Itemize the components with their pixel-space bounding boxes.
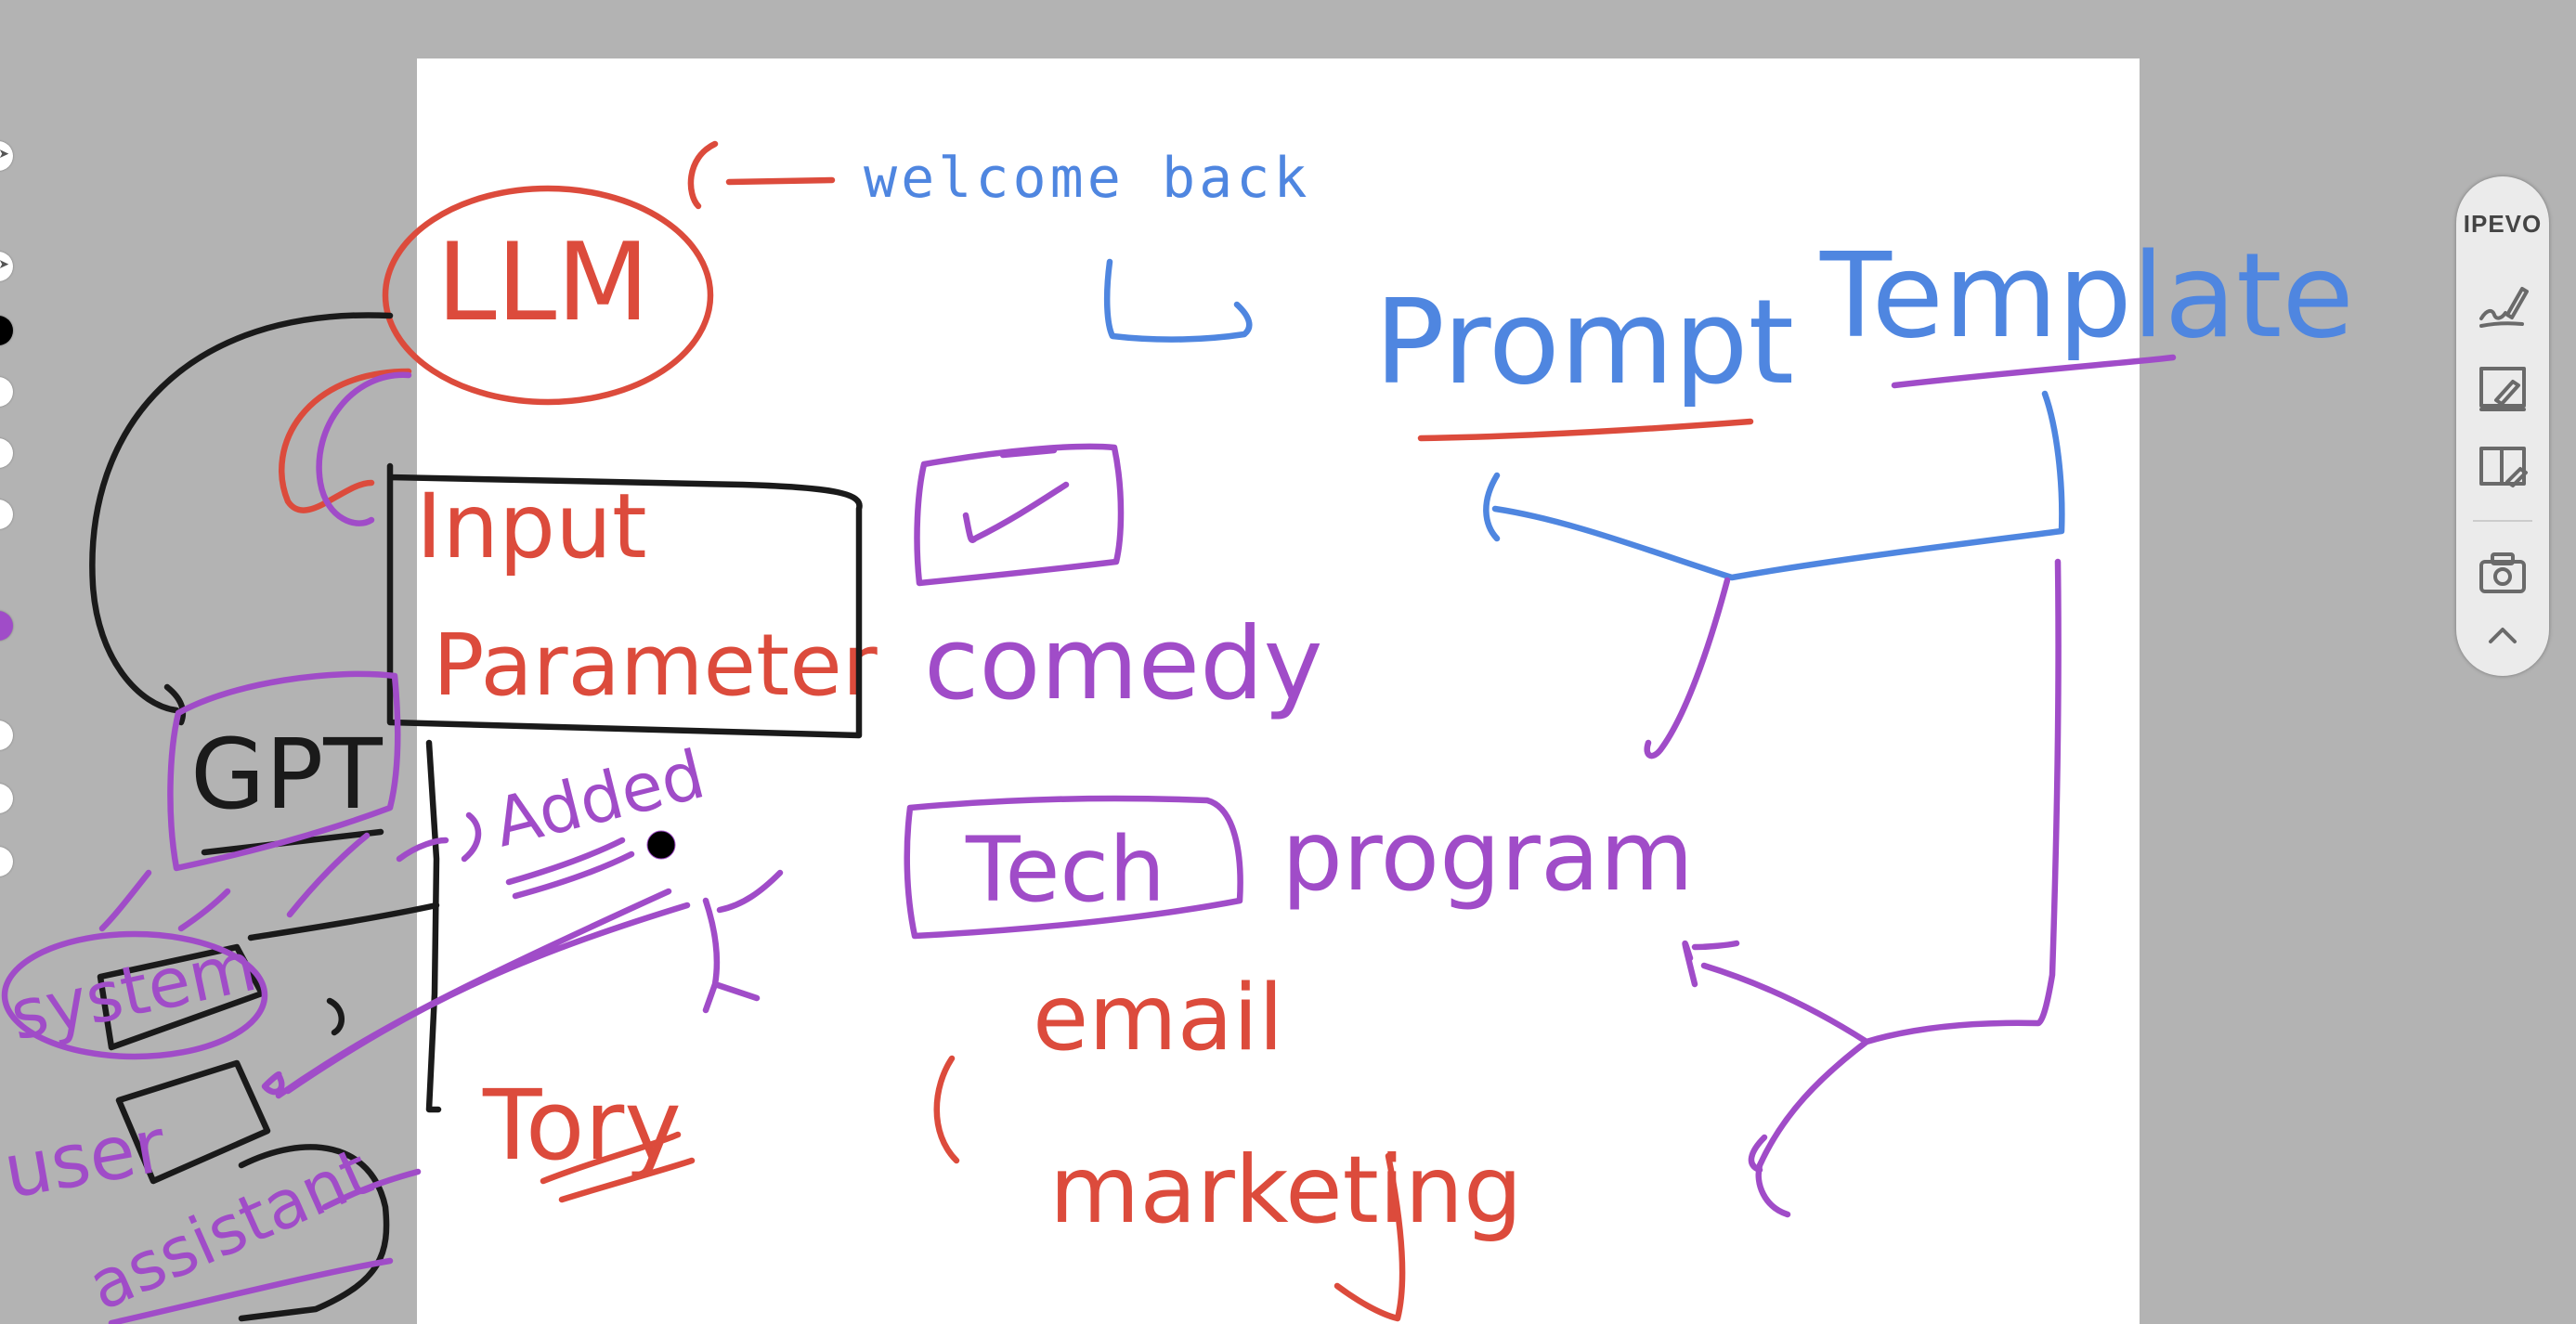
gpt-to-system-links <box>98 869 231 932</box>
freeze-screen-button[interactable] <box>2467 433 2538 503</box>
program-label: program <box>1281 799 1694 913</box>
chevron-up-icon <box>2489 628 2517 643</box>
blue-l-arrow <box>1103 258 1253 343</box>
collapse-toolbar-button[interactable] <box>2467 600 2538 670</box>
black-small-hook <box>326 997 345 1036</box>
purple-right-bracket <box>1682 558 2062 1218</box>
blue-branch-line <box>1491 390 2065 581</box>
ink-annotations: LLM Input Parameter Tory email marketing… <box>0 140 2354 1324</box>
comedy-label: comedy <box>924 606 1323 722</box>
brand-label: IPEVO <box>2463 210 2543 238</box>
red-dash <box>725 176 836 186</box>
prompt-label: Prompt <box>1374 274 1794 410</box>
small-circle <box>646 830 676 860</box>
app-window: ➤ ➤ LLM Input Parameter Tory email marke… <box>0 0 2576 1324</box>
added-label: Added <box>487 734 712 862</box>
llm-label: LLM <box>436 220 649 345</box>
purple-checks <box>286 832 449 918</box>
camera-icon <box>2479 552 2526 593</box>
whiteboard-icon <box>2479 367 2526 411</box>
black-ink-group: GPT <box>89 312 863 1322</box>
input-label: Input <box>416 474 647 578</box>
user-label: user <box>0 1102 172 1215</box>
toolbar-separator <box>2473 520 2532 522</box>
tech-label: Tech <box>965 818 1165 922</box>
freeze-screen-icon <box>2479 447 2528 487</box>
prompt-underline <box>1417 418 1754 442</box>
pen-annotate-icon <box>2479 287 2529 328</box>
black-branch-1 <box>247 902 440 941</box>
gpt-label: GPT <box>190 718 383 831</box>
template-label: Template <box>1819 227 2354 364</box>
camera-button[interactable] <box>2467 539 2538 609</box>
purple-arrow-tip <box>261 1071 285 1096</box>
red-paren <box>933 1055 960 1164</box>
pen-annotate-button[interactable] <box>2467 269 2538 340</box>
marketing-label: marketing <box>1049 1136 1523 1244</box>
black-trunk <box>425 739 442 1113</box>
stick-figure <box>702 869 784 1014</box>
purple-paren <box>461 811 482 863</box>
red-bracket <box>687 140 719 210</box>
email-label: email <box>1033 966 1283 1071</box>
parameter-label: Parameter <box>433 616 878 715</box>
side-toolbar: IPEVO <box>2456 176 2549 676</box>
check-mark <box>962 447 1070 543</box>
welcome-back-text: welcome back <box>864 146 1310 211</box>
purple-branch-down <box>1644 577 1731 759</box>
whiteboard-button[interactable] <box>2467 353 2538 423</box>
